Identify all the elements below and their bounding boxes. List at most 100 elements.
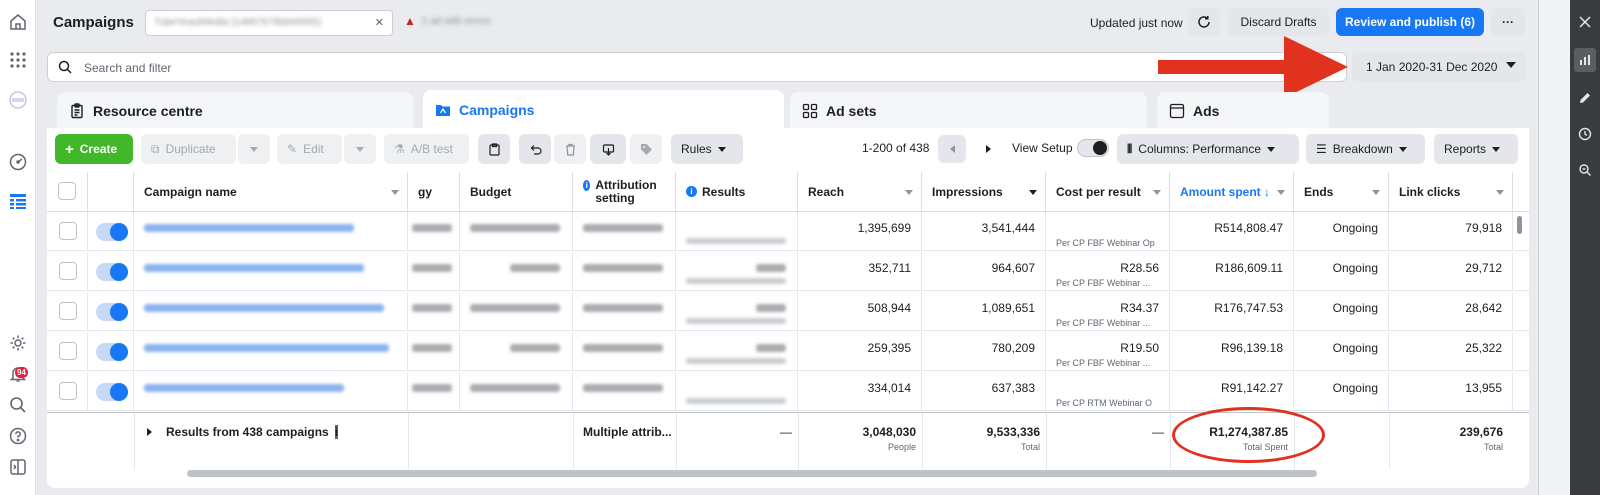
- campaign-name-link[interactable]: [134, 212, 408, 251]
- header-bid-strategy[interactable]: gy: [408, 172, 460, 212]
- account-avatar-icon[interactable]: [6, 88, 30, 112]
- table-row[interactable]: 508,944 1,089,651 R34.37 Per CP FBF Webin…: [47, 292, 1529, 331]
- reports-dropdown[interactable]: Reports: [1434, 134, 1518, 164]
- more-options-button[interactable]: ···: [1491, 8, 1525, 36]
- home-icon[interactable]: [6, 10, 30, 34]
- clipboard-icon: [488, 142, 500, 156]
- settings-gear-icon[interactable]: [6, 331, 30, 355]
- account-clear-icon[interactable]: ✕: [375, 16, 384, 29]
- table-row[interactable]: 352,711 964,607 R28.56 Per CP FBF Webinar…: [47, 252, 1529, 291]
- header-ends[interactable]: Ends: [1294, 172, 1389, 212]
- campaign-toggle[interactable]: [96, 343, 128, 361]
- campaign-toggle[interactable]: [96, 303, 128, 321]
- header-attribution-setting[interactable]: i Attribution setting: [573, 172, 676, 212]
- row-checkbox[interactable]: [59, 262, 77, 280]
- apps-grid-icon[interactable]: [6, 48, 30, 72]
- error-warning[interactable]: ▲ 1 ad with errors: [404, 14, 491, 28]
- row-checkbox[interactable]: [59, 342, 77, 360]
- link-clicks-value: 79,918: [1465, 221, 1502, 235]
- campaign-toggle[interactable]: [96, 223, 128, 241]
- view-setup-toggle[interactable]: [1077, 139, 1109, 157]
- edit-button[interactable]: ✎ Edit: [277, 134, 342, 164]
- campaign-toggle[interactable]: [96, 263, 128, 281]
- chart-icon[interactable]: [1574, 48, 1596, 72]
- previous-page-button[interactable]: [938, 135, 966, 163]
- date-range-picker[interactable]: 1 Jan 2020-31 Dec 2020: [1352, 52, 1526, 82]
- campaign-name-link[interactable]: [134, 332, 408, 371]
- header-cost-per-result[interactable]: Cost per result: [1046, 172, 1170, 212]
- export-button[interactable]: [590, 134, 626, 164]
- edit-dropdown-button[interactable]: [344, 134, 376, 164]
- breakdown-dropdown[interactable]: ☰ Breakdown: [1306, 134, 1425, 164]
- chevron-right-icon: [985, 145, 991, 153]
- ends-value: Ongoing: [1332, 221, 1378, 235]
- horizontal-scrollbar[interactable]: [187, 470, 1317, 477]
- panel-toggle-icon[interactable]: [6, 455, 30, 479]
- total-attribution: Multiple attrib...: [583, 425, 672, 439]
- tab-ads[interactable]: Ads: [1157, 92, 1329, 130]
- header-results[interactable]: i Results: [676, 172, 798, 212]
- tab-ad-sets[interactable]: Ad sets: [790, 92, 1147, 130]
- rules-label: Rules: [681, 142, 712, 156]
- dashboard-gauge-icon[interactable]: [6, 150, 30, 174]
- ads-manager-table-icon[interactable]: [6, 189, 30, 213]
- table-row[interactable]: 334,014 637,383 Per CP RTM Webinar O R91…: [47, 372, 1529, 411]
- duplicate-button[interactable]: ⧉ Duplicate: [141, 134, 236, 164]
- impressions-value: 780,209: [991, 341, 1035, 355]
- ab-test-button[interactable]: ⚗ A/B test: [384, 134, 469, 164]
- breakdown-icon: ☰: [1316, 142, 1327, 156]
- close-icon[interactable]: [1575, 12, 1595, 32]
- header-next-column[interactable]: [1513, 172, 1529, 212]
- info-icon[interactable]: i: [686, 186, 697, 197]
- zoom-search-icon[interactable]: [1575, 160, 1595, 180]
- header-label: Campaign name: [144, 184, 237, 199]
- pencil-icon[interactable]: [1575, 88, 1595, 108]
- duplicate-dropdown-button[interactable]: [238, 134, 270, 164]
- pencil-icon: ✎: [287, 142, 298, 156]
- campaign-name-link[interactable]: [134, 372, 408, 411]
- delete-button[interactable]: [554, 134, 586, 164]
- rules-dropdown[interactable]: Rules: [671, 134, 743, 164]
- link-clicks-value: 29,712: [1465, 261, 1502, 275]
- table-row[interactable]: 259,395 780,209 R19.50 Per CP FBF Webinar…: [47, 332, 1529, 371]
- campaign-name-link[interactable]: [134, 252, 408, 291]
- tab-resource-centre[interactable]: Resource centre: [57, 92, 413, 130]
- row-checkbox[interactable]: [59, 302, 77, 320]
- totals-label[interactable]: Results from 438 campaigns i: [147, 425, 339, 439]
- campaign-toggle[interactable]: [96, 383, 128, 401]
- header-link-clicks[interactable]: Link clicks: [1389, 172, 1513, 212]
- chevron-right-icon: [147, 428, 152, 436]
- columns-dropdown[interactable]: ⦀ Columns: Performance: [1117, 134, 1299, 164]
- create-button[interactable]: + Create: [55, 134, 133, 164]
- next-page-button[interactable]: [974, 135, 1002, 163]
- info-icon[interactable]: i: [583, 180, 591, 191]
- tag-icon: [640, 143, 652, 155]
- clipboard-button[interactable]: [478, 134, 510, 164]
- tab-campaigns[interactable]: Campaigns: [423, 90, 784, 130]
- account-selector[interactable]: TubeYeastMedia (148676786845955) ✕: [145, 10, 393, 36]
- row-checkbox[interactable]: [59, 222, 77, 240]
- tag-button[interactable]: [630, 134, 662, 164]
- chevron-left-icon: [949, 145, 955, 153]
- row-checkbox[interactable]: [59, 382, 77, 400]
- select-all-checkbox[interactable]: [58, 182, 76, 200]
- left-nav-rail: 94: [0, 0, 36, 495]
- header-amount-spent[interactable]: Amount spent ↓: [1170, 172, 1294, 212]
- history-clock-icon[interactable]: [1575, 124, 1595, 144]
- reach-value: 334,014: [867, 381, 911, 395]
- info-icon[interactable]: i: [334, 425, 339, 439]
- table-row[interactable]: 1,395,699 3,541,444 Per CP FBF Webinar O…: [47, 212, 1529, 251]
- header-campaign-name[interactable]: Campaign name: [134, 172, 408, 212]
- vertical-scrollbar[interactable]: [1517, 216, 1522, 234]
- header-reach[interactable]: Reach: [798, 172, 922, 212]
- campaign-name-link[interactable]: [134, 292, 408, 331]
- search-icon[interactable]: [6, 393, 30, 417]
- select-all-header: [47, 172, 88, 212]
- search-input[interactable]: [84, 58, 684, 78]
- help-icon[interactable]: [6, 424, 30, 448]
- review-publish-button[interactable]: Review and publish (6): [1336, 8, 1484, 36]
- undo-button[interactable]: [519, 134, 551, 164]
- header-impressions[interactable]: Impressions: [922, 172, 1046, 212]
- header-budget[interactable]: Budget: [460, 172, 573, 212]
- impressions-value: 964,607: [991, 261, 1035, 275]
